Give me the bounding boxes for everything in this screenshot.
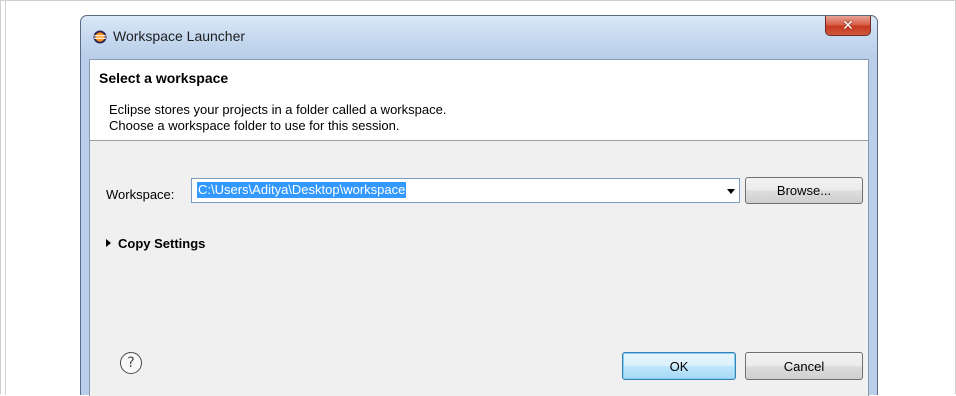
workspace-label: Workspace: <box>106 187 175 202</box>
cancel-button[interactable]: Cancel <box>745 352 863 380</box>
close-icon: ✕ <box>842 17 854 34</box>
dropdown-arrow-icon[interactable] <box>727 189 735 194</box>
dialog-header: Select a workspace Eclipse stores your p… <box>90 60 868 141</box>
copy-settings-expander[interactable]: Copy Settings <box>106 234 205 252</box>
copy-settings-label[interactable]: Copy Settings <box>118 236 205 251</box>
expand-arrow-icon[interactable] <box>106 239 111 247</box>
eclipse-icon <box>93 30 107 44</box>
browse-button[interactable]: Browse... <box>745 177 863 204</box>
workspace-combobox[interactable]: C:\Users\Aditya\Desktop\workspace <box>191 178 740 203</box>
help-glyph: ? <box>127 355 135 371</box>
description-line-1: Eclipse stores your projects in a folder… <box>109 102 447 117</box>
header-title: Select a workspace <box>99 70 229 86</box>
help-icon[interactable]: ? <box>120 352 142 374</box>
workspace-launcher-dialog: Workspace Launcher ✕ Select a workspace … <box>80 15 878 396</box>
title-bar[interactable]: Workspace Launcher ✕ <box>81 16 877 58</box>
window-title: Workspace Launcher <box>113 28 246 44</box>
workspace-path-value[interactable]: C:\Users\Aditya\Desktop\workspace <box>197 182 407 198</box>
ok-button[interactable]: OK <box>622 352 736 380</box>
description-line-2: Choose a workspace folder to use for thi… <box>109 118 400 133</box>
header-description: Eclipse stores your projects in a folder… <box>109 102 446 134</box>
dialog-body: Select a workspace Eclipse stores your p… <box>89 59 869 396</box>
close-button[interactable]: ✕ <box>825 16 871 36</box>
page-divider <box>5 0 6 395</box>
